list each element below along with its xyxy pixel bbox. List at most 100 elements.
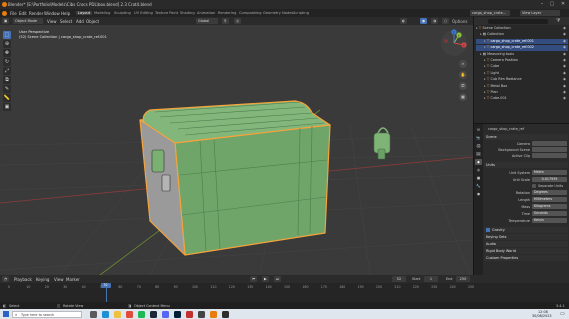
menu-edit[interactable]: Edit [19,11,27,16]
render-tab-icon[interactable]: 📷 [475,135,482,141]
gravity-section-header[interactable]: Gravity [484,227,568,233]
tab-uv-editing[interactable]: UV Editing [134,11,153,15]
visibility-eye-icon[interactable]: ◉ [563,96,566,102]
timeline-menu-view[interactable]: View [54,277,64,282]
timeline-area[interactable]: 0102030405060708090100110120130140150160… [0,283,569,302]
tab-scripting[interactable]: Scripting [293,11,309,15]
scale-tool-icon[interactable]: ⤢ [3,67,11,75]
filter-icon[interactable]: ⧩ [556,18,560,24]
timeline-menu-playback[interactable]: Playback [14,277,32,282]
visibility-eye-icon[interactable]: ◉ [563,77,566,83]
proportional-toggle[interactable]: ◎ [234,18,242,24]
end-frame-field[interactable]: 250 [456,276,470,282]
output-tab-icon[interactable]: 🖨 [475,143,482,149]
outliner-row[interactable]: ▸ ▽ Light ◉ [476,71,568,77]
rotation-dropdown[interactable]: Degrees [532,190,567,195]
navigation-gizmo[interactable]: X Y Z [440,29,468,57]
tab-rendering[interactable]: Rendering [218,11,236,15]
outliner-row[interactable]: ▸ ▤ Measuring tools ◉ [476,52,568,58]
visibility-eye-icon[interactable]: ◉ [563,84,566,90]
time-dropdown[interactable]: Seconds [532,211,567,216]
notification-icon[interactable]: ▭ [560,311,565,317]
tab-layout[interactable]: Layout [76,10,93,15]
zoom-icon[interactable]: ⌕ [459,60,467,68]
pan-hand-icon[interactable]: ✋ [459,71,467,79]
chrome-icon[interactable] [126,310,133,318]
viewport-menu-select[interactable]: Select [60,19,72,24]
rigid-body-world-section-header[interactable]: Rigid Body World [484,248,568,254]
substance-icon[interactable] [186,310,193,318]
outliner-search-input[interactable] [488,18,548,24]
minimize-button[interactable]: – [537,1,547,8]
outliner-row[interactable]: ▸ ▽ cargo_shop_crate_ref.001 ◉ [476,38,568,45]
perspective-toggle-icon[interactable]: ▦ [459,93,467,101]
start-frame-field[interactable]: 1 [424,276,438,282]
background-scene-field[interactable] [532,147,567,152]
keying-sets-section-header[interactable]: Keying Sets [484,234,568,240]
units-section-header[interactable]: Units [484,162,568,168]
photoshop-icon[interactable] [174,310,181,318]
visibility-eye-icon[interactable]: ◉ [563,64,566,70]
audio-section-header[interactable]: Audio [484,241,568,247]
view-layer-selector[interactable]: View Layer [520,10,560,16]
rotate-tool-icon[interactable]: ↻ [3,58,11,66]
outliner-row[interactable]: ▸ ▽ Camera Position ◉ [476,58,568,64]
viewport-menu-view[interactable]: View [47,19,57,24]
file-explorer-icon[interactable] [114,310,121,318]
steam-icon[interactable] [150,310,157,318]
outliner-row[interactable]: ▸ ▽ Plan ◉ [476,90,568,96]
menu-window[interactable]: Window [44,11,60,16]
tab-shading[interactable]: Shading [180,11,195,15]
unit-system-dropdown[interactable]: Metric [532,170,567,175]
outliner-row[interactable]: ▸ ▽ Metal Box ◉ [476,84,568,90]
shading-rendered-button[interactable]: ○ [442,18,450,24]
viewport-menu-object[interactable]: Object [86,19,99,24]
outliner-row[interactable]: ▸ ▽ Cube.001 ◉ [476,96,568,102]
gravity-checkbox[interactable] [486,228,490,232]
timeline-menu-keying[interactable]: Keying [36,277,49,282]
tab-modeling[interactable]: Modeling [94,11,110,15]
mode-selector[interactable]: Object Mode [13,18,43,24]
view-layer-tab-icon[interactable]: 🖼 [475,151,482,157]
editor-type-button[interactable]: ▣ [2,18,10,24]
camera-view-icon[interactable]: ⎚ [459,82,467,90]
overlay-toggle[interactable]: ◐ [400,18,408,24]
3d-viewport[interactable]: ⬚ ⊕ ✥ ↻ ⤢ ⧉ ✎ 📏 ▣ User Perspective (52) … [0,25,473,275]
transform-orientation-selector[interactable]: Global [196,18,218,24]
move-tool-icon[interactable]: ✥ [3,49,11,57]
close-button[interactable]: ✕ [558,1,568,8]
timeline-menu-marker[interactable]: Marker [66,277,80,282]
select-box-tool-icon[interactable]: ⬚ [3,31,11,39]
visibility-eye-icon[interactable]: ◉ [563,26,566,32]
tab-texture-paint[interactable]: Texture Paint [155,11,178,15]
outliner-row[interactable]: ▸ ▽ Scene Collection ◉ [476,26,568,32]
temperature-dropdown[interactable]: Kelvin [532,218,567,223]
menu-file[interactable]: File [10,11,17,16]
visibility-eye-icon[interactable]: ◉ [563,45,566,51]
blender-menu-icon[interactable] [2,10,7,16]
mass-dropdown[interactable]: Kilograms [532,204,567,209]
marmoset-icon[interactable] [222,310,229,318]
outliner-row[interactable]: ▸ ▽ cargo_shop_crate_ref.002 ◉ [476,45,568,51]
timeline-editor-type-button[interactable]: ◔ [2,276,10,282]
length-dropdown[interactable]: Millimeters [532,197,567,202]
scene-selector[interactable]: cargo_shop_crate... [470,10,510,16]
visibility-eye-icon[interactable]: ◉ [563,32,566,38]
tab-sculpting[interactable]: Sculpting [114,11,131,15]
discord-icon[interactable] [162,310,169,318]
viewport-menu-add[interactable]: Add [76,19,84,24]
transform-tool-icon[interactable]: ⧉ [3,76,11,84]
active-clip-field[interactable] [532,153,567,158]
options-menu[interactable]: Options [452,19,467,24]
visibility-eye-icon[interactable]: ◉ [563,52,566,58]
zbrush-icon[interactable] [198,310,205,318]
task-view-icon[interactable] [90,310,97,318]
camera-field[interactable] [532,141,567,146]
tab-compositing[interactable]: Compositing [239,11,262,15]
edge-browser-icon[interactable] [102,310,109,318]
current-frame-field[interactable]: 52 [392,276,406,282]
visibility-eye-icon[interactable]: ◉ [563,90,566,96]
world-tab-icon[interactable]: ◍ [475,167,482,173]
unit-scale-field[interactable]: 0.017939 [532,177,567,182]
cursor-tool-icon[interactable]: ⊕ [3,40,11,48]
